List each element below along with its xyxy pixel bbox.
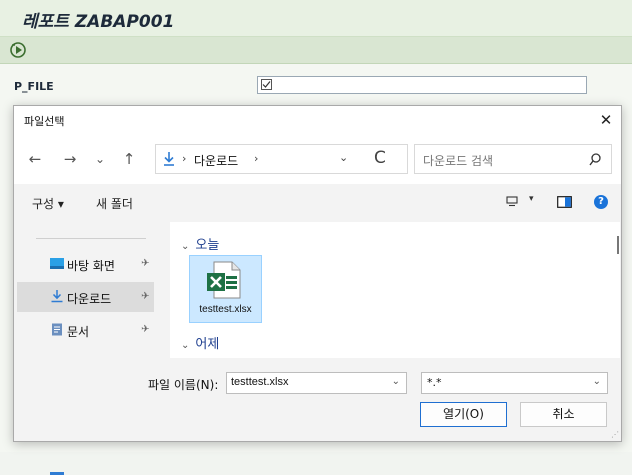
nav-item-label: 바탕 화면 (67, 259, 115, 273)
search-placeholder: 다운로드 검색 (423, 154, 494, 168)
pin-icon[interactable]: ✈ (141, 291, 149, 302)
chevron-down-icon: ⌄ (181, 340, 190, 351)
chevron-down-icon: ⌄ (181, 241, 190, 252)
nav-item-label: 문서 (67, 325, 90, 339)
nav-item-label: 다운로드 (67, 292, 112, 306)
file-name: testtest.xlsx (199, 304, 252, 315)
recent-locations-icon[interactable]: ⌄ (89, 148, 111, 170)
view-dropdown-icon[interactable]: ▾ (529, 194, 534, 204)
search-icon (589, 153, 601, 166)
excel-icon (207, 261, 241, 299)
group-header-yesterday[interactable]: ⌄ 어제 (181, 333, 219, 352)
address-bar[interactable]: › 다운로드 › ⌄ C (155, 144, 408, 174)
execute-icon[interactable] (9, 41, 27, 59)
group-label: 어제 (195, 337, 220, 352)
path-separator: › (182, 152, 187, 165)
dialog-title-bar: 파일선택 ✕ (14, 106, 621, 134)
view-options-icon[interactable] (506, 196, 518, 207)
pin-icon[interactable]: ✈ (141, 324, 149, 335)
forward-arrow-icon[interactable]: → (59, 148, 81, 170)
chevron-down-icon: ⌄ (592, 376, 601, 387)
refresh-icon[interactable]: C (374, 148, 386, 168)
navigation-bar: ← → ⌄ ↑ › 다운로드 › ⌄ C 다운로드 검색 (14, 134, 621, 184)
nav-item-downloads[interactable]: 다운로드 ✈ (17, 282, 154, 312)
back-arrow-icon[interactable]: ← (24, 148, 46, 170)
resize-grip-icon[interactable]: ⋰ (611, 430, 619, 439)
file-item[interactable]: testtest.xlsx (189, 255, 262, 323)
address-dropdown-icon[interactable]: ⌄ (339, 151, 348, 164)
new-folder-button[interactable]: 새 폴더 (96, 195, 133, 212)
navigation-pane: 바탕 화면 ✈ 다운로드 ✈ 문서 ✈ (14, 222, 161, 475)
download-icon (51, 290, 63, 303)
dialog-title: 파일선택 (24, 115, 65, 128)
chevron-down-icon[interactable]: ⌄ (392, 376, 400, 387)
organize-button[interactable]: 구성 ▾ (32, 195, 64, 212)
breadcrumb-location[interactable]: 다운로드 (194, 152, 238, 169)
group-header-today[interactable]: ⌄ 오늘 (181, 234, 219, 253)
desktop-icon (50, 258, 64, 269)
dialog-footer: 파일 이름(N): testtest.xlsx ⌄ *.* ⌄ 열기(O) 취소… (14, 358, 621, 441)
p-file-input[interactable] (257, 76, 587, 94)
p-file-label: P_FILE (14, 80, 54, 93)
sap-toolbar (0, 37, 632, 64)
preview-pane-icon[interactable] (557, 196, 572, 208)
open-button[interactable]: 열기(O) (420, 402, 507, 427)
group-label: 오늘 (195, 238, 220, 253)
filename-input[interactable]: testtest.xlsx ⌄ (226, 372, 407, 394)
up-arrow-icon[interactable]: ↑ (118, 148, 140, 170)
file-list: ⌄ 오늘 testtest.xlsx ⌄ 어제 (170, 222, 620, 358)
pin-icon[interactable]: ✈ (141, 258, 149, 269)
download-icon (164, 152, 174, 166)
divider (36, 238, 146, 239)
cancel-button[interactable]: 취소 (520, 402, 607, 427)
report-title: 레포트 ZABAP001 (22, 12, 175, 32)
file-list-scrollbar[interactable] (617, 236, 619, 254)
document-icon (52, 323, 62, 336)
nav-item-desktop[interactable]: 바탕 화면 ✈ (17, 249, 154, 279)
filename-value: testtest.xlsx (231, 376, 289, 388)
checkbox-icon (261, 79, 272, 90)
file-open-dialog: 파일선택 ✕ ← → ⌄ ↑ › 다운로드 › ⌄ C 다운로드 검색 구성 ▾ (13, 105, 622, 475)
file-type-select[interactable]: *.* ⌄ (421, 372, 608, 394)
sap-title-bar: 레포트 ZABAP001 (0, 0, 632, 37)
search-input[interactable]: 다운로드 검색 (414, 144, 612, 174)
command-bar: 구성 ▾ 새 폴더 ▾ ? (14, 184, 621, 222)
filename-label: 파일 이름(N): (148, 378, 219, 392)
path-separator: › (254, 152, 259, 165)
close-icon[interactable]: ✕ (593, 106, 619, 134)
nav-item-documents[interactable]: 문서 ✈ (17, 315, 154, 345)
help-icon[interactable]: ? (594, 195, 608, 209)
file-type-value: *.* (427, 376, 442, 389)
